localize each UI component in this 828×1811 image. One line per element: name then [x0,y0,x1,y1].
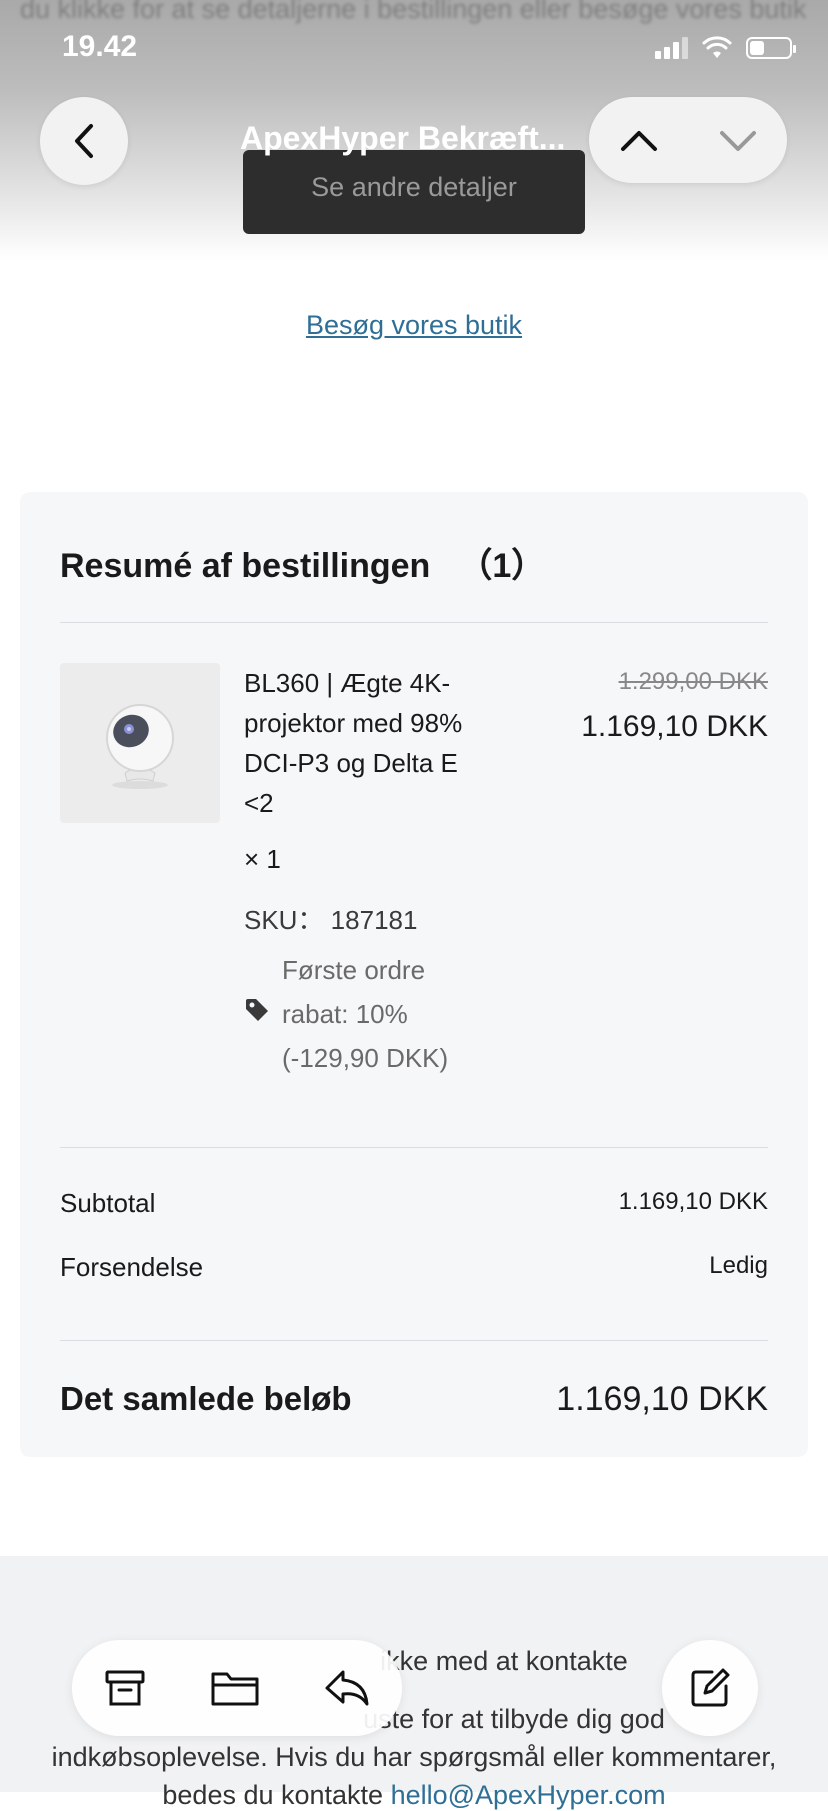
folder-icon[interactable] [209,1666,261,1710]
item-count: （1） [458,547,546,585]
total-label: Det samlede beløb [60,1380,352,1417]
shipping-row: Forsendelse Ledig [60,1252,768,1283]
tooltip-label: Se andre detaljer [311,172,517,202]
visit-store-link[interactable]: Besøg vores butik [0,310,828,341]
status-time: 19.42 [62,30,138,63]
footer-contact-prefix: bedes du kontakte [162,1780,391,1810]
footer-contact-line: bedes du kontakte hello@ApexHyper.com [0,1780,828,1811]
divider [60,622,768,623]
shipping-value: Ledig [709,1252,768,1279]
current-price: 1.169,10 DKK [581,710,768,743]
status-icons [655,36,796,60]
mail-toolbar [72,1640,402,1736]
divider [60,1340,768,1341]
battery-icon [746,37,796,59]
reply-icon[interactable] [323,1666,371,1710]
compose-icon [691,1668,730,1707]
product-image [60,663,220,823]
order-summary-card: Resumé af bestillingen （1） BL360 | Ægte 4… [20,492,808,1457]
email-subject-title: ApexHyper Bekræft... [240,120,566,156]
footer-line: indkøbsoplevelse. Hvis du har spørgsmål … [51,1742,777,1772]
subtotal-label: Subtotal [60,1188,156,1218]
cellular-signal-icon [655,37,688,59]
order-summary-heading: Resumé af bestillingen [60,547,431,585]
message-navigation [589,97,787,183]
scrolled-email-text: du klikke for at se detaljerne i bestill… [20,0,807,24]
tag-icon [246,999,268,1021]
divider [60,1147,768,1148]
total-row: Det samlede beløb 1.169,10 DKK [60,1380,768,1419]
chevron-down-icon[interactable] [716,125,760,155]
projector-image-icon [106,704,174,789]
archive-icon[interactable] [103,1666,147,1710]
chevron-left-icon [75,124,93,158]
contact-email-link[interactable]: hello@ApexHyper.com [391,1780,666,1810]
total-value: 1.169,10 DKK [556,1380,768,1418]
product-quantity: × 1 [244,844,281,874]
product-name: BL360 | Ægte 4K-projektor med 98% DCI-P3… [244,668,463,818]
product-sku: SKU： 187181 [244,905,418,935]
tooltip-other-details[interactable]: Se andre detaljer [243,150,585,234]
shipping-label: Forsendelse [60,1252,204,1282]
back-button[interactable] [40,97,128,185]
subtotal-value: 1.169,10 DKK [618,1188,768,1215]
original-price: 1.299,00 DKK [618,668,768,695]
wifi-icon [702,36,732,58]
discount-label: Første ordre rabat: 10% (-129,90 DKK) [282,955,449,1073]
compose-button[interactable] [662,1640,758,1736]
subtotal-row: Subtotal 1.169,10 DKK [60,1188,768,1219]
chevron-up-icon[interactable] [617,125,661,155]
order-summary-title: Resumé af bestillingen （1） [60,538,545,587]
